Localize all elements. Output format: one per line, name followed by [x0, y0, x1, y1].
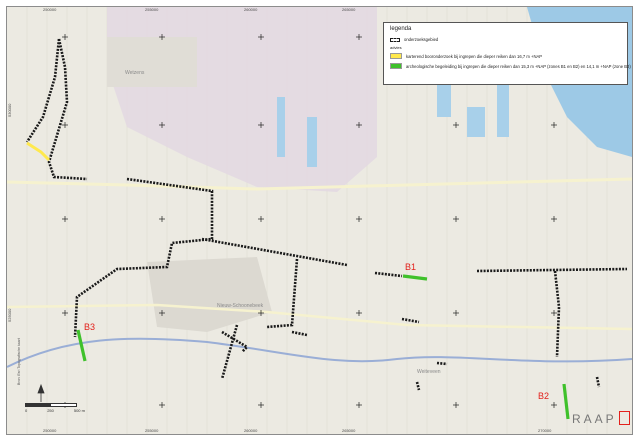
legend-item-label: archeologische begeleiding bij ingrepen … [406, 63, 631, 69]
legend: legenda onderzoeksgebied advies karteren… [383, 22, 631, 85]
grid-label-left-2: 525000 [7, 308, 12, 322]
grid-label-bottom-2: 255000 [145, 428, 159, 433]
legend-item-survey-area: onderzoeksgebied [390, 37, 438, 42]
green-swatch [390, 63, 402, 69]
legend-item-yellow: karterend booronderzoek bij ingrepen die… [390, 53, 542, 59]
grid-label-top-4: 265000 [342, 7, 356, 12]
grid-label-bottom-4: 265000 [342, 428, 356, 433]
scale-label-left: 0 [25, 408, 28, 413]
map-frame: Wetzens Nieuw-Schoonebeek Weiteveen B1 B… [6, 6, 633, 435]
legend-item-green: archeologische begeleiding bij ingrepen … [390, 63, 631, 69]
legend-title: legenda [390, 26, 412, 32]
yellow-swatch [390, 53, 402, 59]
brand-logo [619, 411, 630, 425]
legend-item-label: karterend booronderzoek bij ingrepen die… [406, 53, 543, 59]
dashed-outline-swatch [390, 37, 400, 42]
scale-label-mid: 250 [47, 408, 54, 413]
scale-bar: 0 250 500 m [25, 403, 85, 413]
grid-label-left-1: 530000 [7, 103, 12, 117]
grid-label-top-2: 255000 [145, 7, 159, 12]
map-credits: Bron: Esri Topografische kaart [17, 338, 21, 385]
village-wetzens [107, 37, 197, 87]
grid-label-bottom-5: 270000 [538, 428, 552, 433]
scale-label-right: 500 m [73, 408, 85, 413]
scale-bar-graphic [25, 403, 77, 407]
survey-line-short-3 [436, 361, 448, 366]
legend-item-label: onderzoeksgebied [404, 37, 439, 42]
zone-label-b2: B2 [538, 391, 549, 401]
zone-label-b1: B1 [405, 262, 416, 272]
grid-label-top-3: 260000 [244, 7, 258, 12]
place-label-weiteveen: Weiteveen [417, 369, 441, 375]
grid-label-bottom-3: 260000 [244, 428, 258, 433]
grid-label-top-1: 250000 [43, 7, 57, 12]
place-label-nieuw-schoonebeek: Nieuw-Schoonebeek [217, 303, 264, 309]
legend-group-label: advies [390, 45, 402, 50]
grid-label-bottom-1: 250000 [43, 428, 57, 433]
zone-label-b3: B3 [84, 322, 95, 332]
place-label-wetzens: Wetzens [125, 70, 145, 76]
brand-name: RAAP [572, 412, 617, 426]
